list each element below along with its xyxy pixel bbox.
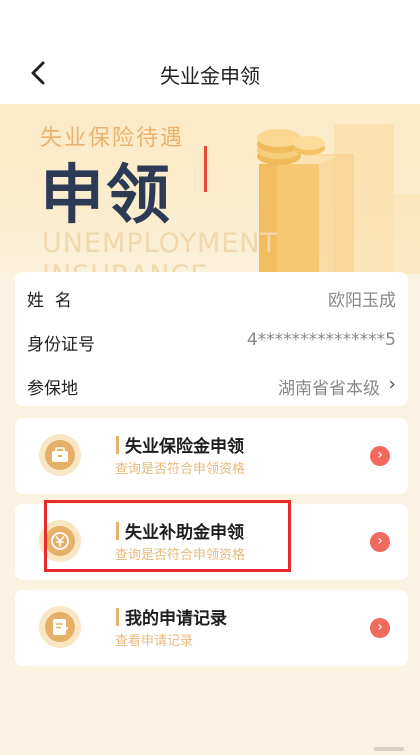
menu-item-application-records[interactable]: 我的申请记录 查看申请记录 › bbox=[15, 590, 408, 666]
menu-item-subtitle: 查看申请记录 bbox=[115, 634, 194, 649]
arrow-glyph: › bbox=[377, 533, 383, 549]
menu-item-title: 失业保险金申领 bbox=[125, 437, 244, 457]
chevron-right-icon: › bbox=[388, 373, 396, 395]
menu-item-title: 我的申请记录 bbox=[125, 609, 227, 629]
menu-item-insurance-claim[interactable]: 失业保险金申领 查询是否符合申领资格 › bbox=[15, 418, 408, 494]
name-value: 欧阳玉成 bbox=[328, 291, 396, 311]
title-accent-bar bbox=[116, 436, 119, 454]
edit-document-icon bbox=[39, 606, 81, 648]
home-indicator bbox=[374, 747, 404, 751]
banner-title: 申领 bbox=[40, 159, 172, 233]
chevron-right-icon[interactable]: › bbox=[370, 618, 390, 638]
arrow-glyph: › bbox=[377, 447, 383, 463]
location-row[interactable]: 参保地 湖南省省本级 › bbox=[27, 370, 396, 400]
id-label: 身份证号 bbox=[27, 335, 95, 355]
hero-banner: 失业保险待遇 申领 UNEMPLOYMENT INSURANCE bbox=[0, 104, 420, 274]
banner-english-line1: UNEMPLOYMENT bbox=[42, 228, 278, 259]
top-nav-bar: 失业金申领 bbox=[0, 0, 420, 104]
chevron-right-icon[interactable]: › bbox=[370, 446, 390, 466]
briefcase-icon bbox=[39, 434, 81, 476]
page-title: 失业金申领 bbox=[160, 64, 260, 88]
menu-item-subtitle: 查询是否符合申领资格 bbox=[115, 462, 246, 477]
arrow-glyph: › bbox=[377, 619, 383, 635]
title-accent-bar bbox=[116, 608, 119, 626]
location-value: 湖南省省本级 bbox=[278, 379, 380, 399]
name-label: 姓 名 bbox=[27, 291, 72, 311]
highlight-box bbox=[44, 500, 291, 572]
profile-card: 姓 名 欧阳玉成 身份证号 4***************5 参保地 湖南省省… bbox=[15, 272, 408, 406]
name-row: 姓 名 欧阳玉成 bbox=[27, 282, 396, 312]
id-row: 身份证号 4***************5 bbox=[27, 326, 396, 356]
location-label: 参保地 bbox=[27, 379, 78, 399]
chevron-right-icon[interactable]: › bbox=[370, 532, 390, 552]
id-value: 4***************5 bbox=[246, 330, 396, 350]
